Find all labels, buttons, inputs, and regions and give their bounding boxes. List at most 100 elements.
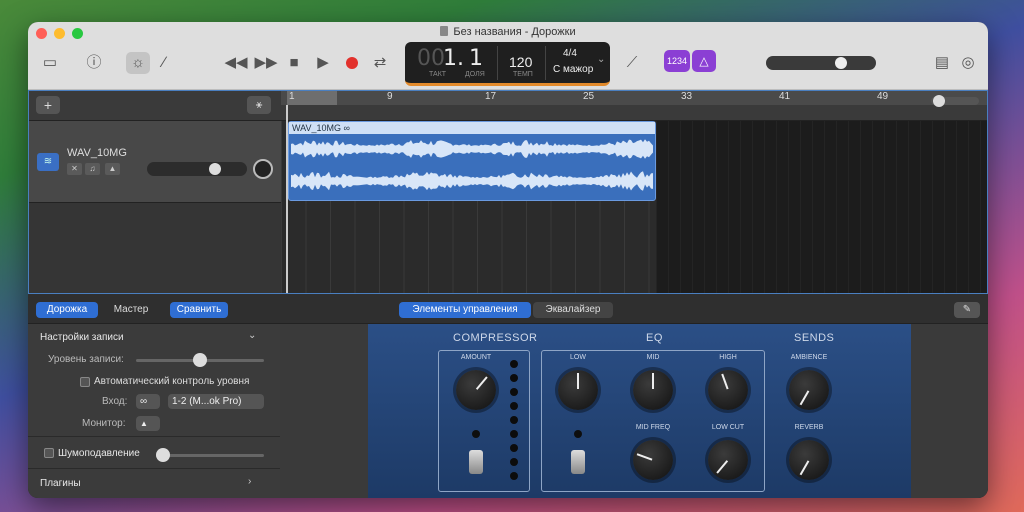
ambience-knob[interactable]: [789, 370, 829, 410]
pan-knob[interactable]: [253, 159, 273, 179]
low-cut-label: LOW CUT: [711, 424, 745, 431]
compressor-led: [472, 430, 480, 438]
record-level-slider[interactable]: [136, 353, 264, 367]
high-knob[interactable]: [708, 370, 748, 410]
pencil-icon[interactable]: ✎: [954, 302, 980, 318]
stop-icon[interactable]: ■: [282, 52, 306, 74]
stereo-input-icon[interactable]: ∞: [136, 394, 160, 409]
monitor-icon[interactable]: ▲: [136, 416, 160, 431]
notepad-icon[interactable]: ▤: [930, 52, 954, 74]
noise-gate-slider[interactable]: [156, 448, 264, 462]
input-select-value: 1-2 (M...ok Pro): [172, 396, 242, 407]
library-icon[interactable]: ▭: [38, 52, 62, 74]
amount-label: AMOUNT: [460, 354, 492, 361]
lcd-display[interactable]: 00 1. 1 ТАКТ ДОЛЯ 120 ТЕМП 4/4 С мажор ⌄: [405, 42, 610, 86]
timeline[interactable]: 1 9 17 25 33 41 49 WAV_10MG ∞: [281, 91, 987, 293]
tab-controls[interactable]: Элементы управления: [399, 302, 531, 318]
lcd-chevron-down-icon[interactable]: ⌄: [597, 54, 605, 65]
compressor-toggle[interactable]: [469, 450, 483, 474]
ambience-label: AMBIENCE: [790, 354, 828, 361]
record-level-label: Уровень записи:: [48, 354, 124, 365]
track-volume-slider[interactable]: [147, 162, 247, 176]
noise-gate-checkbox[interactable]: [44, 448, 54, 458]
smart-controls-icon[interactable]: ☼: [126, 52, 150, 74]
lcd-key[interactable]: С мажор: [553, 64, 593, 75]
low-knob[interactable]: [558, 370, 598, 410]
panel-side-right: [911, 324, 988, 498]
smart-filter-icon[interactable]: ⚹: [247, 96, 271, 114]
compare-button[interactable]: Сравнить: [170, 302, 228, 318]
audio-track-icon: ≋: [37, 153, 59, 171]
reverb-label: REVERB: [794, 424, 824, 431]
lcd-separator: [497, 46, 498, 80]
mid-freq-knob[interactable]: [633, 440, 673, 480]
headphones-icon[interactable]: ♫: [85, 163, 100, 175]
document-icon: [440, 26, 449, 36]
record-level-knob[interactable]: [193, 353, 207, 367]
lcd-beat-label: ДОЛЯ: [465, 71, 485, 78]
mid-knob[interactable]: [633, 370, 673, 410]
mid-freq-label: MID FREQ: [635, 424, 671, 431]
eq-led: [574, 430, 582, 438]
rewind-icon[interactable]: ◀◀: [224, 52, 248, 74]
low-cut-knob[interactable]: [708, 440, 748, 480]
auto-level-checkbox[interactable]: [80, 377, 90, 387]
playhead[interactable]: [286, 105, 288, 293]
chevron-right-icon[interactable]: ›: [248, 476, 251, 487]
tuner-icon[interactable]: ⟋: [620, 52, 644, 74]
zoom-slider[interactable]: [931, 95, 979, 107]
waveform-right: [291, 171, 653, 191]
lcd-tempo[interactable]: 120: [509, 54, 532, 70]
audio-region[interactable]: WAV_10MG ∞: [288, 121, 656, 201]
recording-settings-panel: Настройки записи ⌄ Уровень записи: Автом…: [28, 324, 280, 498]
zoom-knob[interactable]: [932, 95, 945, 107]
mid-label: MID: [646, 354, 660, 361]
noise-gate-label: Шумоподавление: [58, 448, 140, 459]
smart-controls-panel: Дорожка Мастер Сравнить Элементы управле…: [28, 294, 988, 498]
loops-icon[interactable]: ◎: [956, 52, 980, 74]
record-button[interactable]: [346, 57, 358, 69]
help-icon[interactable]: ⓘ: [82, 52, 106, 74]
tab-equalizer[interactable]: Эквалайзер: [533, 302, 613, 318]
record-enable-icon[interactable]: ▲: [105, 163, 120, 175]
add-track-button[interactable]: +: [36, 96, 60, 114]
master-volume-slider[interactable]: [766, 56, 876, 70]
input-select[interactable]: 1-2 (M...ok Pro): [168, 394, 264, 409]
editors-icon[interactable]: ∕: [152, 52, 176, 74]
secondary-ruler: [281, 105, 987, 121]
forward-icon[interactable]: ▶▶: [254, 52, 278, 74]
play-icon[interactable]: ▶: [311, 52, 335, 74]
project-end-area: [656, 121, 987, 293]
eq-toggle[interactable]: [571, 450, 585, 474]
track-header[interactable]: ≋ WAV_10MG ✕ ♫ ▲: [29, 121, 281, 203]
metronome-icon[interactable]: △: [692, 50, 716, 72]
ruler-mark: 33: [681, 91, 693, 102]
track-name[interactable]: WAV_10MG: [67, 147, 127, 159]
lcd-separator: [545, 46, 546, 80]
plugins-label[interactable]: Плагины: [40, 478, 81, 489]
noise-gate-knob[interactable]: [156, 448, 170, 462]
master-volume-knob[interactable]: [834, 57, 847, 69]
panel-side-left: [280, 324, 368, 498]
chevron-down-icon[interactable]: ⌄: [248, 330, 256, 341]
ruler[interactable]: 1 9 17 25 33 41 49: [281, 91, 987, 105]
tab-track[interactable]: Дорожка: [36, 302, 98, 318]
lcd-signature[interactable]: 4/4: [563, 48, 577, 59]
amount-knob[interactable]: [456, 370, 496, 410]
region-header: WAV_10MG ∞: [289, 122, 655, 134]
toolbar: Без названия - Дорожки ▭ ⓘ ☼ ∕ ◀◀ ▶▶ ■ ▶…: [28, 22, 988, 90]
cycle-icon[interactable]: ⇄: [368, 52, 392, 74]
ruler-mark: 41: [779, 91, 791, 102]
lcd-beat: 1: [469, 46, 483, 71]
input-label: Вход:: [102, 396, 128, 407]
mute-icon[interactable]: ✕: [67, 163, 82, 175]
reverb-knob[interactable]: [789, 440, 829, 480]
count-in-button[interactable]: 1234: [664, 50, 690, 72]
lcd-bar: 1.: [443, 46, 464, 71]
waveform-left: [291, 139, 653, 159]
lcd-bar-prefix: 00: [417, 46, 445, 71]
recording-settings-title[interactable]: Настройки записи: [40, 332, 124, 343]
tab-master[interactable]: Мастер: [100, 302, 162, 318]
lcd-bar-label: ТАКТ: [429, 71, 447, 78]
track-volume-knob[interactable]: [208, 163, 221, 175]
